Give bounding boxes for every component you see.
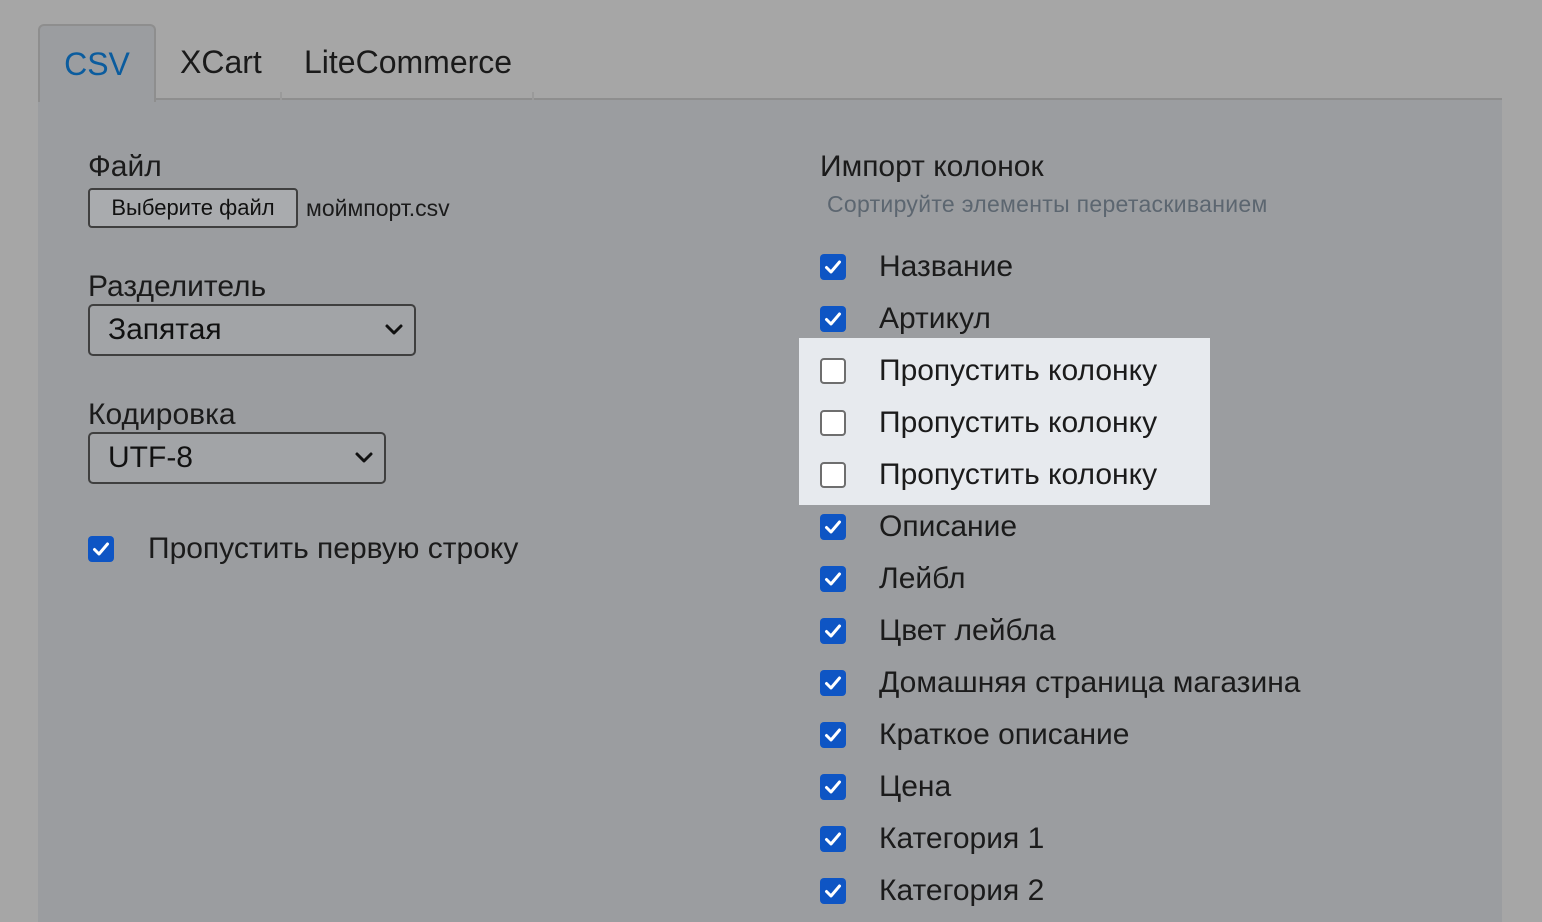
choose-file-button[interactable]: Выберите файл: [88, 188, 298, 228]
column-label: Пропустить колонку: [879, 354, 1158, 387]
column-import-title: Импорт колонок: [820, 150, 1044, 183]
column-label: Артикул: [879, 302, 991, 335]
check-icon: [825, 312, 841, 326]
file-label: Файл: [88, 150, 162, 183]
column-checkbox[interactable]: [820, 878, 846, 904]
delimiter-label: Разделитель: [88, 270, 267, 303]
column-label: Домашняя страница магазина: [879, 666, 1301, 699]
check-icon: [825, 884, 841, 898]
check-icon: [825, 676, 841, 690]
check-icon: [93, 542, 109, 556]
column-checkbox[interactable]: [820, 410, 846, 436]
encoding-select[interactable]: UTF-8: [88, 432, 386, 484]
encoding-label: Кодировка: [88, 398, 236, 431]
encoding-select-value: UTF-8: [108, 441, 193, 474]
column-label: Цвет лейбла: [879, 614, 1056, 647]
chevron-down-icon: [385, 324, 403, 335]
column-checkbox[interactable]: [820, 774, 846, 800]
column-checkbox[interactable]: [820, 618, 846, 644]
column-label: Лейбл: [879, 562, 966, 595]
check-icon: [825, 520, 841, 534]
csv-import-panel: Файл Выберите файл моймпорт.csv Разделит…: [38, 100, 1502, 922]
column-checkbox[interactable]: [820, 670, 846, 696]
column-label: Название: [879, 250, 1014, 283]
check-icon: [825, 832, 841, 846]
column-checkbox[interactable]: [820, 566, 846, 592]
column-checkbox[interactable]: [820, 306, 846, 332]
column-checkbox[interactable]: [820, 462, 846, 488]
column-label: Категория 1: [879, 822, 1045, 855]
column-checkbox[interactable]: [820, 254, 846, 280]
tab-bar: CSV XCart LiteCommerce: [38, 24, 1502, 102]
column-checkbox[interactable]: [820, 358, 846, 384]
check-icon: [825, 572, 841, 586]
check-icon: [825, 780, 841, 794]
tab-csv[interactable]: CSV: [38, 24, 156, 102]
column-label: Категория 2: [879, 874, 1045, 907]
chevron-down-icon: [355, 452, 373, 463]
tab-divider: [532, 92, 534, 100]
tab-divider: [280, 92, 282, 100]
column-checkbox[interactable]: [820, 826, 846, 852]
column-label: Цена: [879, 770, 952, 803]
check-icon: [825, 728, 841, 742]
column-label: Пропустить колонку: [879, 458, 1158, 491]
column-label: Описание: [879, 510, 1018, 543]
selected-file-name: моймпорт.csv: [306, 195, 450, 221]
skip-first-row-label: Пропустить первую строку: [148, 532, 519, 565]
column-checkbox[interactable]: [820, 514, 846, 540]
column-label: Пропустить колонку: [879, 406, 1158, 439]
column-import-hint: Сортируйте элементы перетаскиванием: [827, 191, 1268, 217]
column-label: Краткое описание: [879, 718, 1130, 751]
check-icon: [825, 624, 841, 638]
delimiter-select[interactable]: Запятая: [88, 304, 416, 356]
skip-first-row-checkbox[interactable]: [88, 536, 114, 562]
tab-xcart[interactable]: XCart: [160, 24, 282, 100]
delimiter-select-value: Запятая: [108, 313, 222, 346]
column-checkbox[interactable]: [820, 722, 846, 748]
tab-litecommerce[interactable]: LiteCommerce: [284, 24, 532, 100]
check-icon: [825, 260, 841, 274]
